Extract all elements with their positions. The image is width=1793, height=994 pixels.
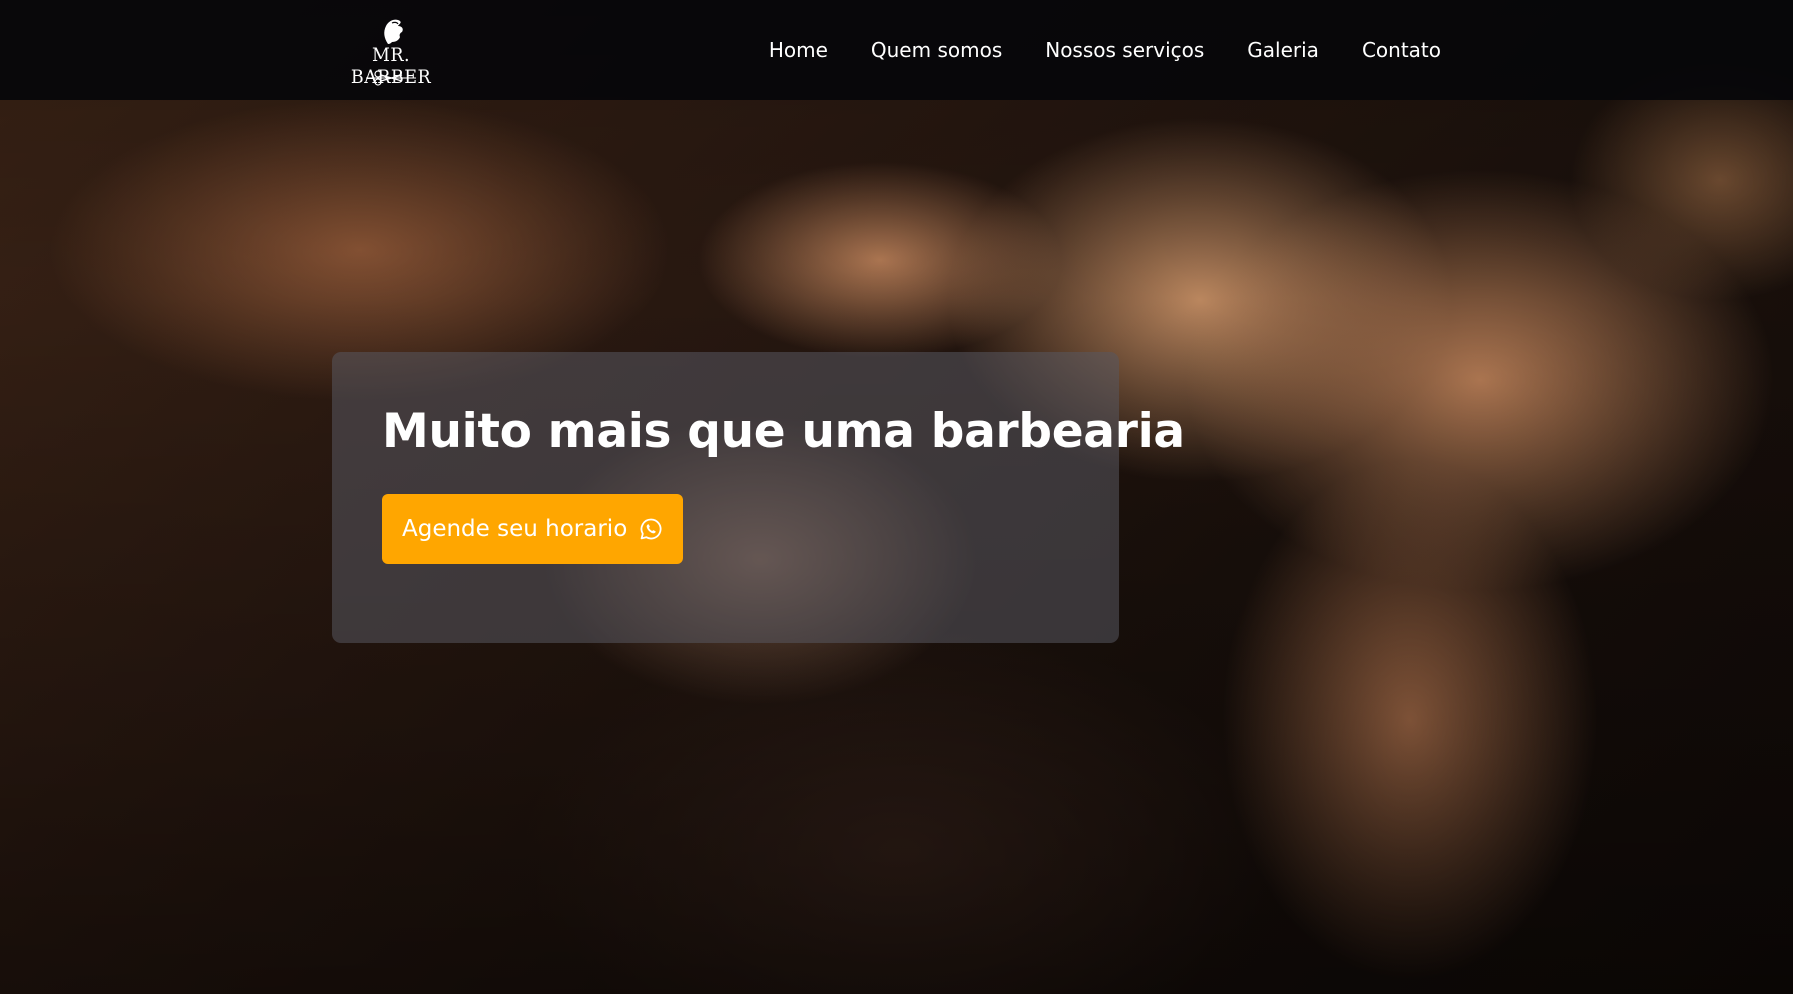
whatsapp-icon	[640, 518, 662, 540]
scissors-icon	[366, 70, 416, 86]
navbar: MR. BARBER Home Quem somos Nossos serviç…	[0, 0, 1793, 100]
logo[interactable]: MR. BARBER	[336, 16, 446, 88]
nav-item-galeria[interactable]: Galeria	[1247, 38, 1319, 62]
nav-item-nossos-servicos[interactable]: Nossos serviços	[1045, 38, 1204, 62]
hero-title: Muito mais que uma barbearia	[382, 404, 1185, 459]
main-nav: Home Quem somos Nossos serviços Galeria …	[769, 0, 1441, 100]
nav-item-contato[interactable]: Contato	[1362, 38, 1441, 62]
hero-card: Muito mais que uma barbearia Agende seu …	[332, 352, 1185, 643]
schedule-button-label: Agende seu horario	[402, 516, 628, 542]
schedule-button[interactable]: Agende seu horario	[382, 494, 684, 564]
nav-item-home[interactable]: Home	[769, 38, 828, 62]
nav-item-quem-somos[interactable]: Quem somos	[871, 38, 1002, 62]
page: MR. BARBER Home Quem somos Nossos serviç…	[0, 0, 1793, 994]
barber-head-icon	[384, 19, 403, 44]
